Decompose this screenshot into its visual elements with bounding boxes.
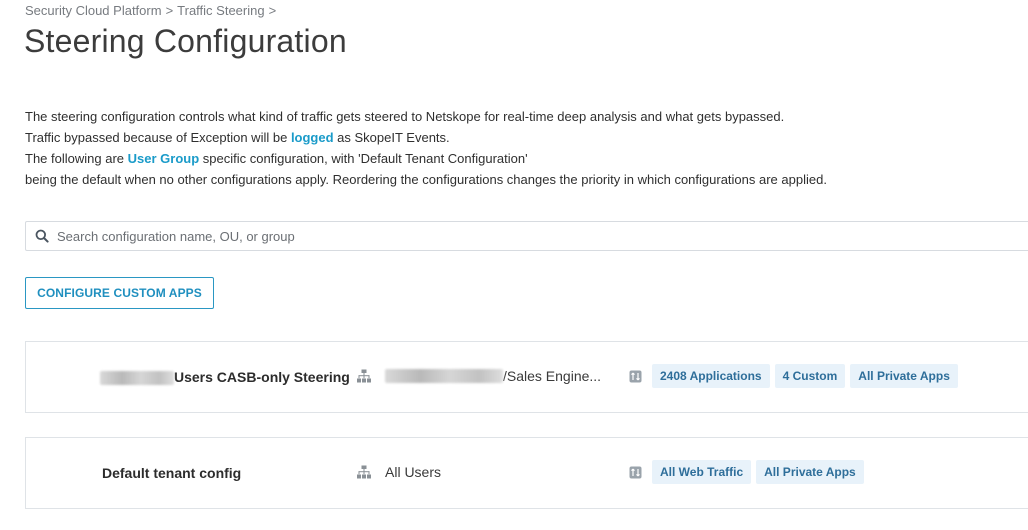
tag-custom: 4 Custom — [774, 364, 846, 388]
traffic-type-icon — [629, 370, 642, 383]
description-line-4: being the default when no other configur… — [25, 172, 827, 187]
tag-applications: 2408 Applications — [652, 364, 770, 388]
config-ou-text: All Users — [385, 464, 442, 480]
config-tags: 2408 Applications 4 Custom All Private A… — [629, 364, 963, 388]
description-text: Traffic bypassed because of Exception wi… — [25, 130, 291, 145]
org-tree-icon — [357, 369, 371, 383]
description: The steering configuration controls what… — [25, 106, 827, 190]
breadcrumb-separator: > — [268, 3, 277, 18]
description-text: The following are — [25, 151, 128, 166]
org-tree-icon — [357, 465, 371, 479]
breadcrumb-security-cloud-platform[interactable]: Security Cloud Platform — [25, 3, 162, 18]
search-input[interactable] — [57, 228, 1028, 244]
redacted-text — [100, 371, 174, 386]
search-bar[interactable] — [25, 221, 1028, 251]
config-ou: /Sales Engine... — [357, 368, 601, 384]
description-line-2: Traffic bypassed because of Exception wi… — [25, 127, 827, 148]
description-line-3: The following are User Group specific co… — [25, 148, 827, 169]
user-group-link[interactable]: User Group — [128, 151, 200, 166]
config-name[interactable]: Default tenant config — [102, 465, 241, 481]
description-line-1: The steering configuration controls what… — [25, 109, 785, 124]
config-name[interactable]: Users CASB-only Steering — [100, 369, 350, 386]
logged-link[interactable]: logged — [291, 130, 334, 145]
config-ou-text: /Sales Engine... — [503, 368, 602, 384]
search-icon — [35, 229, 49, 243]
description-text: specific configuration, with 'Default Te… — [199, 151, 528, 166]
configure-custom-apps-button[interactable]: CONFIGURE CUSTOM APPS — [25, 277, 214, 309]
page-title: Steering Configuration — [24, 23, 347, 59]
config-tags: All Web Traffic All Private Apps — [629, 460, 869, 484]
tag-private-apps: All Private Apps — [756, 460, 864, 484]
traffic-type-icon — [629, 466, 642, 479]
description-text: as SkopeIT Events. — [333, 130, 450, 145]
config-card[interactable]: Users CASB-only Steering /Sales Engine..… — [25, 341, 1028, 413]
redacted-text — [385, 369, 503, 383]
config-card[interactable]: Default tenant config All Users All Web … — [25, 437, 1028, 509]
config-ou: All Users — [357, 464, 441, 480]
config-name-text: Users CASB-only Steering — [174, 369, 350, 385]
tag-private-apps: All Private Apps — [850, 364, 958, 388]
breadcrumb-separator: > — [165, 3, 174, 18]
breadcrumb-traffic-steering[interactable]: Traffic Steering — [177, 3, 264, 18]
breadcrumb: Security Cloud Platform > Traffic Steering… — [25, 3, 280, 18]
tag-web-traffic: All Web Traffic — [652, 460, 752, 484]
